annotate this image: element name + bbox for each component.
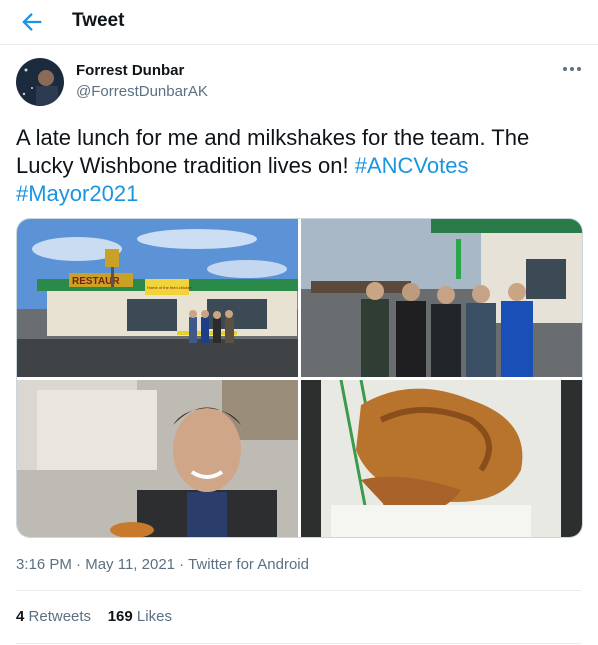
divider (16, 590, 581, 591)
meta-separator-2: · (179, 556, 185, 573)
photo-restaurant-exterior[interactable]: RESTAUR Home of the fried chicken (17, 219, 298, 377)
tweet-time[interactable]: 3:16 PM (16, 556, 72, 573)
author-handle[interactable]: @ForrestDunbarAK (76, 83, 208, 100)
retweets-stat[interactable]: 4 Retweets (16, 608, 91, 625)
tweet-text: A late lunch for me and milkshakes for t… (16, 124, 576, 208)
avatar[interactable] (16, 58, 64, 106)
page-title: Tweet (72, 10, 125, 31)
photo-fried-chicken[interactable] (301, 380, 582, 537)
meta-separator: · (76, 556, 82, 573)
media-grid: RESTAUR Home of the fried chicken (16, 218, 583, 538)
tweet-meta: 3:16 PM · May 11, 2021 · Twitter for And… (16, 556, 309, 573)
tweet-client[interactable]: Twitter for Android (188, 556, 309, 573)
tweet-date[interactable]: May 11, 2021 (85, 556, 175, 573)
photo-team-milkshakes[interactable] (301, 219, 582, 377)
likes-count: 169 (107, 608, 133, 625)
hashtag-mayor2021[interactable]: #Mayor2021 (16, 181, 138, 206)
tweet-stats: 4 Retweets 169 Likes (16, 608, 172, 625)
hashtag-ancvotes[interactable]: #ANCVotes (355, 153, 469, 178)
retweets-count: 4 (16, 608, 25, 625)
author-name[interactable]: Forrest Dunbar (76, 62, 184, 79)
more-icon[interactable] (560, 60, 584, 78)
likes-label: Likes (136, 608, 172, 625)
top-bar: Tweet (0, 0, 598, 45)
divider-bottom (16, 643, 581, 644)
back-arrow-icon[interactable] (18, 8, 46, 36)
likes-stat[interactable]: 169 Likes (108, 608, 172, 625)
sign-right: Home of the fried chicken (147, 285, 192, 290)
retweets-label: Retweets (28, 608, 92, 625)
photo-man-in-car[interactable] (17, 380, 298, 537)
